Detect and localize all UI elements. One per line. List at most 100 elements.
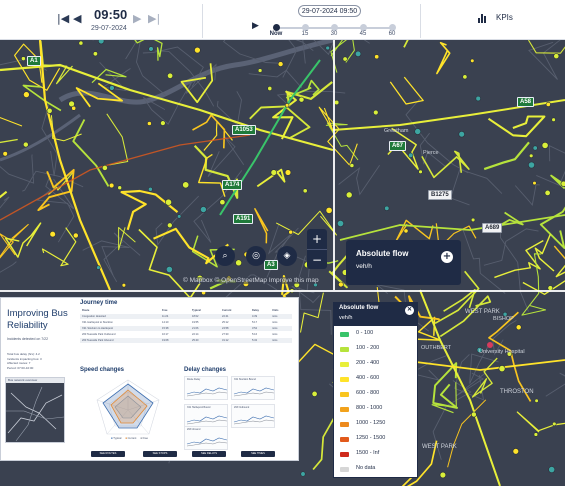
add-icon[interactable]: +	[441, 251, 453, 263]
speed-radar-chart	[96, 379, 160, 435]
play-icon[interactable]: ▶	[252, 21, 259, 31]
bus-stop-marker	[72, 232, 79, 239]
flow-legend: Absolute flow veh/h ✕ 0 - 100 100 - 200 20…	[333, 302, 418, 478]
flow-road	[41, 227, 77, 267]
bus-stop-marker	[403, 228, 409, 234]
bus-stop-marker	[541, 141, 549, 149]
timeline-knob[interactable]	[272, 24, 280, 31]
bus-stop-marker	[355, 50, 362, 57]
skip-to-end-icon[interactable]: ▶|	[148, 12, 160, 25]
flow-road	[249, 105, 311, 139]
radar-icon[interactable]: ◎	[246, 246, 266, 266]
timeline-knob[interactable]	[330, 24, 338, 31]
minor-road	[536, 144, 565, 186]
radar-legend-item: ■ Free	[140, 437, 148, 440]
bar-chart-icon[interactable]	[478, 14, 488, 23]
table-cell: 263 Teesside Park Outbound	[82, 333, 116, 336]
step-back-icon[interactable]: ◀	[73, 12, 81, 25]
bus-stop-marker	[302, 188, 308, 194]
bus-stop-marker	[160, 120, 166, 126]
delay-chart-title: Route Delay	[187, 378, 201, 381]
kpis-button[interactable]: KPIs	[496, 13, 513, 22]
road-label: A67	[389, 141, 407, 151]
layers-icon[interactable]: ◈	[277, 246, 297, 266]
flow-road	[203, 120, 233, 151]
timeline-tick-label: Now	[269, 31, 283, 37]
legend-label: No data	[356, 465, 376, 471]
bus-stop-marker	[374, 54, 380, 60]
flow-road	[193, 145, 239, 199]
legend-label: 200 - 400	[356, 360, 380, 366]
bus-stop-marker	[108, 182, 115, 189]
bus-stop-marker	[284, 103, 290, 108]
search-icon[interactable]: ⌕	[215, 246, 235, 266]
delay-chart-title: X21 Stockton Bound	[234, 378, 256, 381]
report-action-button[interactable]: SEE TIMES	[241, 451, 275, 457]
table-row: 263 Teesside Park Inbound 19:08 25:40 31:12…	[80, 338, 292, 343]
bus-stop-marker	[414, 128, 422, 135]
table-cell: mins	[272, 315, 278, 318]
delay-line	[186, 387, 228, 397]
skip-to-start-icon[interactable]: |◀	[57, 12, 69, 25]
timeline-knob[interactable]	[359, 24, 367, 31]
table-cell: Current	[222, 309, 232, 312]
flow-road	[299, 292, 324, 333]
absolute-flow-card[interactable]: Absolute flow veh/h +	[346, 240, 461, 285]
bus-stop-marker	[458, 130, 465, 138]
table-cell: 3:52	[252, 327, 258, 330]
flow-road	[395, 219, 434, 242]
legend-swatch	[340, 422, 349, 427]
bus-stop-marker	[267, 86, 273, 91]
bus-stop-marker	[219, 199, 226, 206]
bus-stop-marker	[338, 281, 344, 288]
delay-chart-title: 263 Inbound	[187, 428, 201, 431]
minor-road	[545, 372, 565, 397]
timeline-knob[interactable]	[301, 24, 309, 31]
table-row: X21 Hartlepool to Stockton 14:10 19:55 25:1…	[80, 320, 292, 325]
bus-stop-marker	[148, 186, 153, 192]
step-forward-icon[interactable]: ▶	[133, 12, 141, 25]
bus-stop-marker	[257, 68, 263, 73]
road-label: A1053	[232, 125, 256, 135]
zoom-in-button[interactable]: +	[307, 229, 327, 249]
zoom-out-button[interactable]: −	[307, 249, 327, 269]
minor-road	[82, 240, 130, 276]
table-cell: X21 Hartlepool to Stockton	[82, 321, 113, 324]
table-cell: 5:16	[252, 333, 258, 336]
close-icon[interactable]: ✕	[405, 306, 414, 315]
major-road	[339, 214, 565, 241]
report-action-button[interactable]: SEE ROUTES	[91, 451, 125, 457]
bus-stop-marker	[345, 191, 353, 199]
delay-changes-title: Delay changes	[184, 367, 227, 373]
flow-road	[483, 141, 530, 171]
map-attribution[interactable]: © Mapbox © OpenStreetMap Improve this ma…	[183, 277, 319, 284]
report-action-button[interactable]: SEE STOPS	[143, 451, 177, 457]
minor-road	[450, 168, 503, 206]
flow-road	[91, 68, 127, 84]
timeline-tick-label: 15	[301, 31, 309, 37]
report-action-button[interactable]: SEE DELAYS	[192, 451, 226, 457]
bus-stop-marker	[165, 198, 172, 206]
bus-stop-marker	[476, 347, 483, 353]
road-label: A689	[482, 223, 503, 233]
delay-chart: X21 Stockton Bound	[231, 376, 275, 400]
bus-stop-marker	[515, 324, 522, 331]
timeline-knob[interactable]	[388, 24, 396, 31]
legend-label: 400 - 600	[356, 375, 380, 381]
road-label: B1275	[428, 190, 452, 200]
legend-label: 600 - 800	[356, 390, 380, 396]
legend-swatch	[340, 362, 349, 367]
minor-road	[514, 184, 540, 207]
table-cell: 27:30	[222, 333, 229, 336]
legend-label: 800 - 1000	[356, 405, 383, 411]
table-cell: 14:10	[162, 321, 169, 324]
delay-line	[186, 437, 228, 447]
minor-road	[103, 232, 141, 283]
flow-road	[488, 311, 532, 402]
table-row: Congestion detected 11:24 18:02 22:41 4:39 mi…	[80, 314, 292, 319]
table-cell: mins	[272, 327, 278, 330]
table-cell: Free	[162, 309, 168, 312]
radar-legend-item: ■ Typical	[111, 437, 122, 440]
delay-chart: 263 Outbound	[231, 404, 275, 428]
flow-road	[487, 115, 546, 138]
